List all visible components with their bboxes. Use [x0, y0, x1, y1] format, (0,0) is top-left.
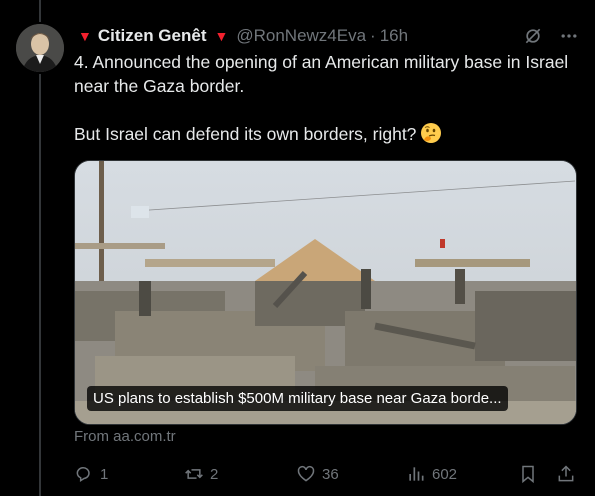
- repost-button[interactable]: 2: [184, 464, 296, 484]
- thinking-face-icon: [420, 122, 442, 144]
- card-source[interactable]: From aa.com.tr: [74, 428, 176, 445]
- separator-dot: ·: [370, 26, 376, 45]
- post-text: 4. Announced the opening of an American …: [74, 50, 574, 146]
- view-count: 602: [432, 465, 458, 483]
- bookmark-icon[interactable]: [518, 464, 538, 484]
- more-options-icon[interactable]: [559, 26, 579, 46]
- post-text-line: 4. Announced the opening of an American …: [74, 52, 569, 96]
- bookmark-share-group: [518, 464, 576, 484]
- views-button[interactable]: 602: [406, 464, 518, 484]
- user-handle[interactable]: @RonNewz4Eva: [236, 26, 366, 46]
- views-icon: [409, 467, 424, 481]
- grok-icon[interactable]: [523, 26, 543, 46]
- display-name[interactable]: Citizen Genêt: [98, 26, 207, 46]
- like-count: 36: [322, 465, 339, 483]
- link-card[interactable]: US plans to establish $500M military bas…: [74, 160, 577, 425]
- repost-icon: [185, 469, 203, 479]
- action-bar: 1 2 36 602: [74, 462, 576, 486]
- post-time[interactable]: 16h: [380, 26, 408, 46]
- like-button[interactable]: 36: [296, 464, 406, 484]
- reply-icon: [76, 466, 90, 483]
- thread-line: [39, 74, 41, 496]
- heart-icon: [297, 465, 315, 482]
- avatar[interactable]: [16, 24, 64, 72]
- post-header: ▼ Citizen Genêt ▼ @RonNewz4Eva · 16h: [76, 24, 579, 48]
- article-photo: [75, 161, 576, 424]
- share-icon[interactable]: [556, 464, 576, 484]
- thread-line-top: [39, 0, 41, 22]
- reply-button[interactable]: 1: [74, 464, 184, 484]
- post-text-question: But Israel can defend its own borders, r…: [74, 122, 574, 146]
- red-triangle-icon: ▼: [78, 28, 92, 44]
- red-triangle-icon: ▼: [214, 28, 229, 44]
- card-headline[interactable]: US plans to establish $500M military bas…: [87, 386, 508, 411]
- repost-count: 2: [210, 465, 219, 483]
- reply-count: 1: [100, 465, 109, 483]
